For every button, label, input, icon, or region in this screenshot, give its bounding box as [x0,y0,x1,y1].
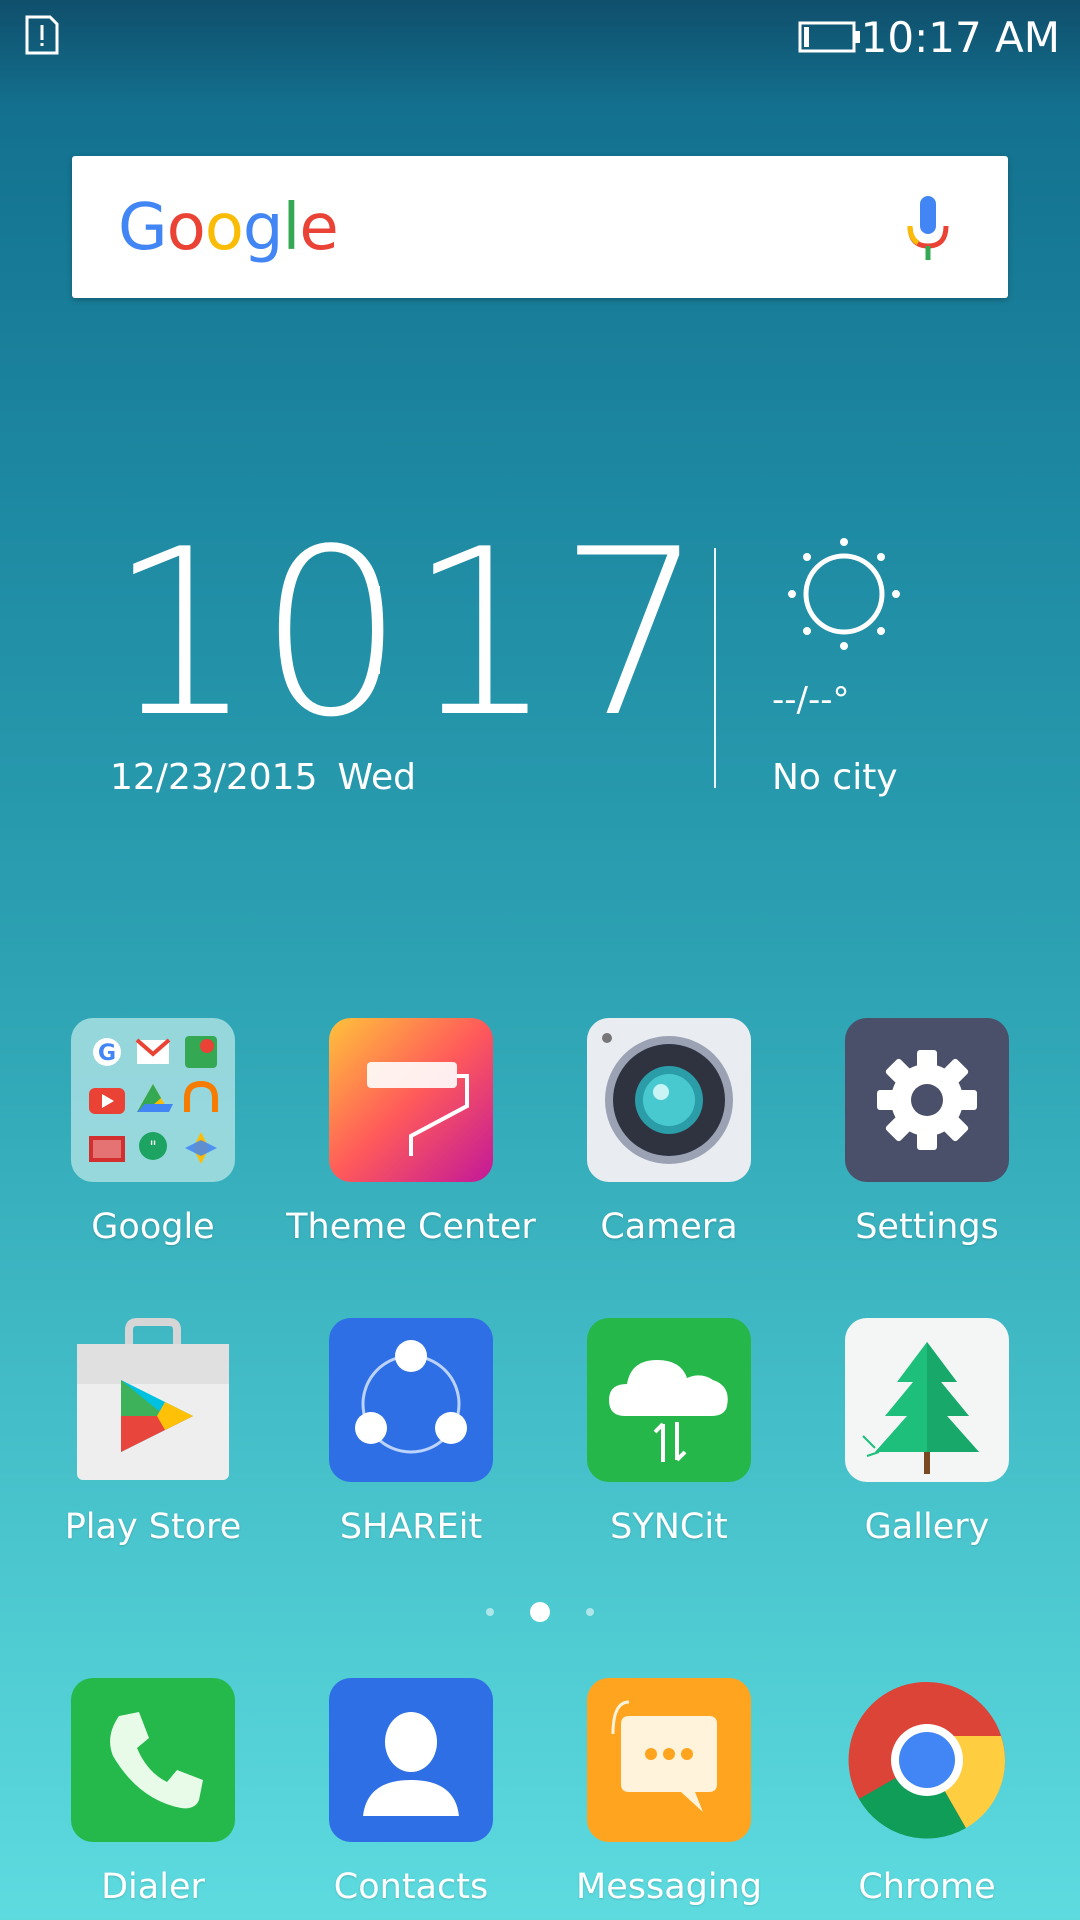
google-logo-letter: l [282,191,301,265]
app-label: Play Store [64,1507,242,1547]
google-logo-letter: o [204,191,244,265]
google-logo-letter: G [118,191,168,265]
app-label: SHAREit [339,1507,483,1547]
chrome-icon [848,1681,1006,1839]
clock-minutes: 17 [408,501,709,768]
battery-icon [798,21,860,53]
temperature: --/--° [772,680,850,720]
page-indicator[interactable] [480,1600,600,1624]
app-label: Chrome [858,1867,996,1907]
gallery-icon [845,1318,1009,1482]
camera-icon [587,1018,751,1182]
theme-center-icon [329,1018,493,1182]
page-dot[interactable] [586,1608,594,1616]
weekday-text: Wed [337,757,417,798]
page-dot[interactable] [486,1608,494,1616]
app-label: Gallery [864,1507,990,1547]
clock-date: 12/23/2015 Wed [110,756,416,800]
google-folder-icon: G " [71,1018,235,1182]
svg-text:G: G [98,1041,116,1066]
mic-icon[interactable] [898,192,958,268]
app-settings[interactable]: Settings [797,1016,1057,1248]
app-label: Theme Center [286,1207,536,1247]
app-theme-center[interactable]: Theme Center [281,1016,541,1248]
app-label: Contacts [333,1867,489,1907]
shareit-icon [329,1318,493,1482]
contacts-icon [329,1678,493,1842]
play-store-icon [77,1318,229,1480]
app-label: SYNCit [610,1507,728,1547]
app-label: Dialer [101,1867,205,1907]
google-logo-letter: g [242,191,284,265]
app-shareit[interactable]: SHAREit [281,1316,541,1548]
page-dot-active[interactable] [530,1602,550,1622]
widget-divider [714,548,716,788]
clock-hours: 10 [108,501,409,768]
app-label: Settings [855,1207,999,1247]
sun-icon [788,538,900,650]
dock-contacts[interactable]: Contacts [281,1676,541,1908]
status-time: 10:17 AM [860,13,1060,62]
svg-text:": " [149,1137,156,1156]
city-name: No city [772,757,898,798]
dock-dialer[interactable]: Dialer [23,1676,283,1908]
google-logo-letter: e [299,191,338,265]
app-camera[interactable]: Camera [539,1016,799,1248]
google-search-bar[interactable]: Google [72,156,1008,298]
clock-colon [372,586,380,674]
app-label: Messaging [576,1867,762,1907]
google-logo-letter: o [166,191,206,265]
app-label: Camera [600,1207,738,1247]
sim-alert-icon [25,15,59,55]
app-play-store[interactable]: Play Store [23,1316,283,1548]
messaging-icon [587,1678,751,1842]
app-google-folder[interactable]: G " Google [23,1016,283,1248]
app-syncit[interactable]: SYNCit [539,1316,799,1548]
syncit-icon [587,1318,751,1482]
date-text: 12/23/2015 [110,757,318,798]
phone-icon [71,1678,235,1842]
google-logo: Google [118,191,339,265]
app-label: Google [91,1207,215,1247]
dock-messaging[interactable]: Messaging [539,1676,799,1908]
dock-chrome[interactable]: Chrome [797,1676,1057,1908]
app-gallery[interactable]: Gallery [797,1316,1057,1548]
gear-icon [845,1018,1009,1182]
status-bar: 10:17 AM [0,0,1080,76]
